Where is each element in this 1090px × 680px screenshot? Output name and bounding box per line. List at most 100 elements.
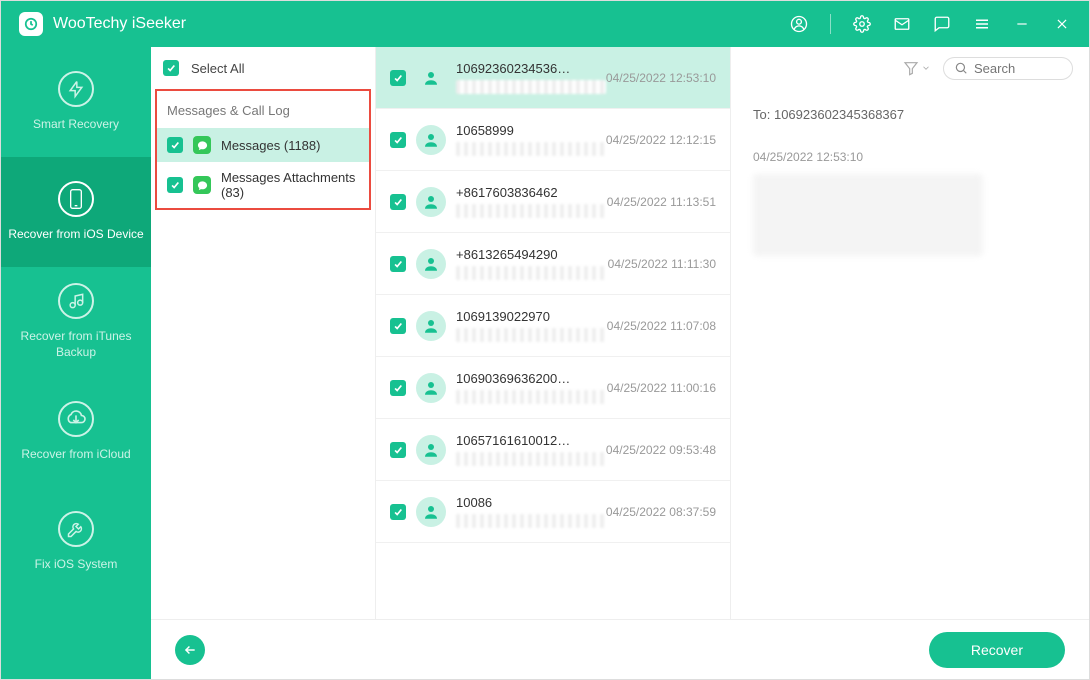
nav-item-recover-itunes-backup[interactable]: Recover from iTunes Backup [1, 267, 151, 377]
user-icon[interactable] [790, 15, 808, 33]
message-phone: 10692360234536… [456, 61, 596, 76]
app-title: WooTechy iSeeker [53, 15, 186, 33]
detail-to-line: To: 106923602345368367 [753, 107, 1067, 122]
select-all-checkbox[interactable] [163, 60, 179, 76]
message-row[interactable]: +8613265494290 04/25/2022 11:11:30 [376, 233, 730, 295]
category-checkbox[interactable] [167, 177, 183, 193]
avatar-icon [416, 187, 446, 217]
message-preview [456, 452, 606, 466]
category-group-title: Messages & Call Log [157, 91, 369, 128]
message-timestamp: 04/25/2022 09:53:48 [606, 443, 716, 457]
message-row[interactable]: 10692360234536… 04/25/2022 12:53:10 [376, 47, 730, 109]
minimize-icon[interactable] [1013, 15, 1031, 33]
message-phone: +8613265494290 [456, 247, 598, 262]
avatar-icon [416, 63, 446, 93]
message-timestamp: 04/25/2022 12:12:15 [606, 133, 716, 147]
avatar-icon [416, 311, 446, 341]
recover-itunes-backup-icon [58, 283, 94, 319]
message-row[interactable]: 10658999 04/25/2022 12:12:15 [376, 109, 730, 171]
detail-timestamp: 04/25/2022 12:53:10 [753, 150, 1067, 164]
titlebar: WooTechy iSeeker [1, 1, 1089, 47]
message-checkbox[interactable] [390, 194, 406, 210]
message-phone: +8617603836462 [456, 185, 597, 200]
message-checkbox[interactable] [390, 318, 406, 334]
message-row[interactable]: +8617603836462 04/25/2022 11:13:51 [376, 171, 730, 233]
message-detail-panel: To: 106923602345368367 04/25/2022 12:53:… [731, 47, 1089, 619]
message-row[interactable]: 1069139022970 04/25/2022 11:07:08 [376, 295, 730, 357]
search-input[interactable] [974, 61, 1054, 76]
message-checkbox[interactable] [390, 132, 406, 148]
nav-item-smart-recovery[interactable]: Smart Recovery [1, 47, 151, 157]
detail-message-body [753, 174, 983, 256]
message-checkbox[interactable] [390, 442, 406, 458]
message-timestamp: 04/25/2022 11:00:16 [607, 381, 716, 395]
message-phone: 10086 [456, 495, 596, 510]
app-logo [19, 12, 43, 36]
feedback-icon[interactable] [933, 15, 951, 33]
message-row[interactable]: 10690369636200… 04/25/2022 11:00:16 [376, 357, 730, 419]
message-preview [456, 204, 606, 218]
mail-icon[interactable] [893, 15, 911, 33]
message-checkbox[interactable] [390, 256, 406, 272]
avatar-icon [416, 373, 446, 403]
avatar-icon [416, 435, 446, 465]
message-row[interactable]: 10657161610012… 04/25/2022 09:53:48 [376, 419, 730, 481]
message-phone: 10657161610012… [456, 433, 596, 448]
message-phone: 10690369636200… [456, 371, 597, 386]
nav-item-recover-ios-device[interactable]: Recover from iOS Device [1, 157, 151, 267]
message-checkbox[interactable] [390, 70, 406, 86]
close-icon[interactable] [1053, 15, 1071, 33]
avatar-icon [416, 497, 446, 527]
recover-icloud-icon [58, 401, 94, 437]
bottom-bar: Recover [151, 619, 1089, 679]
back-button[interactable] [175, 635, 205, 665]
nav-item-fix-ios-system[interactable]: Fix iOS System [1, 487, 151, 597]
smart-recovery-icon [58, 71, 94, 107]
search-box[interactable] [943, 57, 1073, 80]
message-row[interactable]: 10086 04/25/2022 08:37:59 [376, 481, 730, 543]
menu-icon[interactable] [973, 15, 991, 33]
nav-label: Recover from iOS Device [2, 227, 149, 243]
nav-label: Recover from iTunes Backup [1, 329, 151, 360]
search-icon [954, 61, 968, 75]
category-checkbox[interactable] [167, 137, 183, 153]
message-checkbox[interactable] [390, 504, 406, 520]
message-timestamp: 04/25/2022 08:37:59 [606, 505, 716, 519]
filter-button[interactable] [903, 60, 931, 76]
message-preview [456, 328, 606, 342]
message-timestamp: 04/25/2022 12:53:10 [606, 71, 716, 85]
category-item-messages[interactable]: Messages (1188) [157, 128, 369, 162]
select-all-row[interactable]: Select All [151, 47, 375, 89]
settings-icon[interactable] [853, 15, 871, 33]
avatar-icon [416, 125, 446, 155]
avatar-icon [416, 249, 446, 279]
select-all-label: Select All [191, 61, 244, 76]
message-preview [456, 80, 606, 94]
category-item-messages-attachments[interactable]: Messages Attachments (83) [157, 162, 369, 208]
message-preview [456, 514, 606, 528]
fix-ios-system-icon [58, 511, 94, 547]
message-preview [456, 390, 606, 404]
message-phone: 1069139022970 [456, 309, 597, 324]
sidebar-nav: Smart Recovery Recover from iOS Device Rec… [1, 47, 151, 679]
message-preview [456, 142, 606, 156]
message-timestamp: 04/25/2022 11:13:51 [607, 195, 716, 209]
messages-app-icon [193, 136, 211, 154]
nav-item-recover-icloud[interactable]: Recover from iCloud [1, 377, 151, 487]
recover-ios-device-icon [58, 181, 94, 217]
nav-label: Smart Recovery [27, 117, 125, 133]
category-panel: Select All Messages & Call Log Messages … [151, 47, 376, 619]
message-timestamp: 04/25/2022 11:07:08 [607, 319, 716, 333]
message-timestamp: 04/25/2022 11:11:30 [608, 257, 716, 271]
message-checkbox[interactable] [390, 380, 406, 396]
category-label: Messages Attachments (83) [221, 170, 359, 200]
messages-app-icon [193, 176, 211, 194]
nav-label: Recover from iCloud [15, 447, 136, 463]
message-phone: 10658999 [456, 123, 596, 138]
recover-button[interactable]: Recover [929, 632, 1065, 668]
message-preview [456, 266, 606, 280]
category-label: Messages (1188) [221, 138, 320, 153]
message-list-panel: 10692360234536… 04/25/2022 12:53:10 106589… [376, 47, 731, 619]
nav-label: Fix iOS System [29, 557, 124, 573]
category-highlight-box: Messages & Call Log Messages (1188) Messa… [155, 89, 371, 210]
